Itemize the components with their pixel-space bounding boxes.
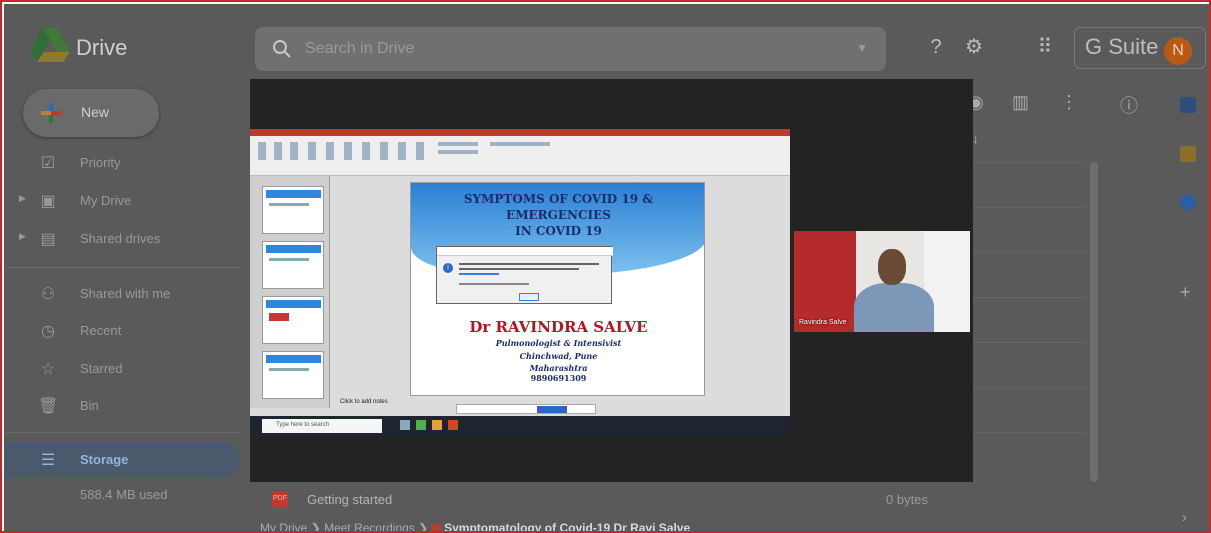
plus-icon [41, 103, 61, 123]
search-bar[interactable]: Search in Drive ▼ [255, 27, 886, 71]
new-button-label: New [81, 104, 110, 120]
breadcrumb-current-file: Symptomatology of Covid-19 Dr Ravi Salve [444, 521, 691, 533]
sidebar-item-label: Shared with me [80, 286, 171, 301]
breadcrumb-separator-icon: ❯ [310, 521, 325, 533]
screen-share-bar [456, 404, 596, 414]
keep-addon-icon[interactable] [1180, 146, 1196, 162]
slide-notes-label: Click to add notes [340, 399, 388, 405]
storage-icon: ☰ [40, 452, 56, 469]
info-icon[interactable]: ⓘ [1120, 92, 1138, 118]
breadcrumb-meet-recordings[interactable]: Meet Recordings [324, 521, 415, 531]
slide-title: SYMPTOMS OF COVID 19 & EMERGENCIES IN CO… [411, 191, 704, 239]
sidebar-divider [4, 432, 240, 433]
sidebar-item-label: Starred [80, 361, 123, 376]
drive-logo-icon [30, 28, 70, 62]
sidebar-item-my-drive[interactable]: ▶ ▣ My Drive [4, 183, 240, 219]
search-input[interactable]: Search in Drive [305, 40, 414, 58]
dialog-ok-button [519, 293, 539, 301]
sidebar-item-label: Shared drives [80, 231, 161, 246]
sidebar-divider [4, 267, 240, 268]
list-scrollbar[interactable] [1090, 162, 1098, 482]
settings-gear-icon[interactable]: ⚙ [962, 35, 986, 59]
taskbar-search: Type here to search [262, 419, 382, 433]
apps-grid-icon[interactable]: ⠿ [1033, 35, 1057, 59]
window-frame: Drive Search in Drive ▼ ? ⚙ ⠿ G Suite N … [0, 0, 1211, 533]
sidebar-item-storage[interactable]: ☰ Storage [4, 442, 240, 478]
shared-screen: SYMPTOMS OF COVID 19 & EMERGENCIES IN CO… [250, 129, 790, 436]
sidebar-item-shared-drives[interactable]: ▶ ▤ Shared drives [4, 221, 240, 257]
trash-icon: 🗑 [38, 398, 59, 415]
info-icon: i [443, 263, 453, 273]
slide-thumbnails [250, 176, 330, 408]
sidebar-item-label: My Drive [80, 193, 132, 208]
slide-title-line-2: IN COVID 19 [515, 224, 602, 238]
sidebar-item-bin[interactable]: 🗑 Bin [4, 388, 240, 424]
breadcrumb-separator-icon: ❯ [418, 521, 432, 533]
pdf-file-icon: PDF [272, 491, 288, 507]
app-header: Drive Search in Drive ▼ ? ⚙ ⠿ G Suite N [4, 4, 1209, 90]
windows-taskbar: Type here to search [250, 416, 790, 436]
file-size: 0 bytes [886, 492, 928, 507]
participant-camera: Ravindra Salve [794, 231, 970, 332]
add-addon-icon[interactable]: + [1180, 282, 1191, 303]
video-player[interactable]: SYMPTOMS OF COVID 19 & EMERGENCIES IN CO… [250, 79, 973, 482]
delete-icon[interactable]: ▥ [1012, 92, 1029, 113]
sort-arrow-icon[interactable]: ↓ [972, 130, 979, 146]
powerpoint-titlebar [250, 129, 790, 136]
powerpoint-dialog: i [436, 246, 613, 304]
help-icon[interactable]: ? [924, 35, 948, 59]
more-options-icon[interactable]: ⋮ [1060, 92, 1078, 113]
file-row[interactable]: PDF Getting started 0 bytes [250, 485, 1090, 515]
sidebar-item-recent[interactable]: ◷ Recent [4, 313, 240, 349]
sidebar-item-label: Storage [80, 452, 129, 467]
slide-location-2: Maharashtra [529, 363, 588, 373]
current-slide: SYMPTOMS OF COVID 19 & EMERGENCIES IN CO… [410, 182, 705, 396]
slide-doctor-name: Dr RAVINDRA SALVE [469, 318, 648, 336]
sidebar-item-label: Priority [80, 155, 121, 170]
video-file-icon: ▆ [431, 521, 441, 533]
participant-name: Ravindra Salve [799, 319, 847, 326]
storage-used-text: 588.4 MB used [80, 487, 168, 502]
sidebar-item-starred[interactable]: ☆ Starred [4, 351, 240, 387]
sidebar-item-label: Recent [80, 323, 122, 338]
sidebar-item-label: Bin [80, 398, 99, 413]
search-icon[interactable] [271, 38, 293, 60]
drive-folder-icon: ▣ [40, 193, 56, 210]
powerpoint-ribbon [250, 136, 790, 176]
checkbox-icon: ☑ [40, 155, 56, 172]
sidebar-item-shared-with-me[interactable]: ⚇ Shared with me [4, 276, 240, 312]
app-name: Drive [76, 35, 128, 60]
slide-phone: 9890691309 [530, 373, 587, 383]
account-avatar[interactable]: N [1164, 37, 1192, 65]
calendar-addon-icon[interactable] [1180, 97, 1196, 113]
tasks-addon-icon[interactable] [1180, 194, 1196, 210]
search-options-icon[interactable]: ▼ [856, 41, 868, 55]
slide-location-1: Chinchwad, Pune [519, 351, 598, 361]
breadcrumb-my-drive[interactable]: My Drive [260, 521, 307, 531]
slide-title-line-1: SYMPTOMS OF COVID 19 & EMERGENCIES [463, 192, 654, 222]
expand-arrow-icon[interactable]: ▶ [19, 193, 26, 204]
people-icon: ⚇ [40, 286, 56, 303]
shared-drive-icon: ▤ [40, 231, 56, 248]
new-button[interactable]: New [23, 89, 159, 137]
expand-panel-icon[interactable]: › [1182, 509, 1187, 525]
sidebar-item-priority[interactable]: ☑ Priority [4, 145, 240, 181]
slide-specialty: Pulmonologist & Intensivist [495, 338, 622, 348]
breadcrumb: My Drive ❯ Meet Recordings ❯ ▆ Symptomat… [260, 521, 691, 533]
clock-icon: ◷ [41, 323, 55, 340]
expand-arrow-icon[interactable]: ▶ [19, 231, 26, 242]
file-name: Getting started [307, 492, 393, 507]
star-icon: ☆ [40, 361, 56, 378]
gsuite-label: G Suite [1085, 34, 1159, 59]
